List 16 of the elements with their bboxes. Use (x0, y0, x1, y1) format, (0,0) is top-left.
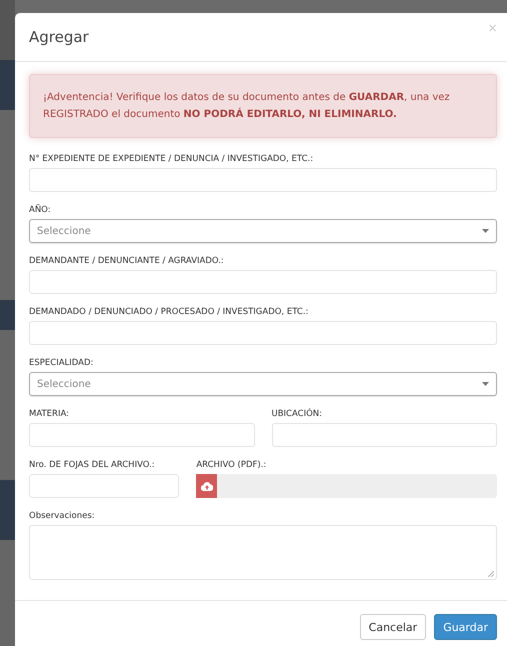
field-label: UBICACIÓN: (272, 409, 324, 419)
select-field[interactable]: Seleccione (29, 219, 497, 243)
field-label: MATERIA: (29, 409, 70, 419)
warning-text: ¡Adventencia! Verifique los datos de su documento antes de GUARDAR, una vez REGISTRADO el documento NO PODRÁ EDITARLO, NI ELIMINARLO. (43, 92, 450, 120)
field-label: DEMANDADO / DENUNCIADO / PROCESADO / INVESTIGADO, ETC.: (29, 307, 310, 317)
field-label: ESPECIALIDAD: (29, 358, 94, 368)
field-label: DEMANDANTE / DENUNCIANTE / AGRAVIADO.: (29, 256, 225, 266)
save-button[interactable]: Guardar (434, 614, 497, 640)
modal-title: Agregar (29, 28, 89, 46)
field-label: AÑO: (29, 205, 52, 215)
field-label: ARCHIVO (PDF).: (196, 460, 268, 470)
field-label: Observaciones: (29, 511, 96, 521)
field-label: N° EXPEDIENTE DE EXPEDIENTE / DENUNCIA / INVESTIGADO, ETC.: (29, 154, 314, 164)
field-label: Nro. DE FOJAS DEL ARCHIVO.: (29, 460, 156, 470)
cancel-button[interactable]: Cancelar (360, 614, 426, 640)
select-field[interactable]: Seleccione (29, 372, 497, 396)
